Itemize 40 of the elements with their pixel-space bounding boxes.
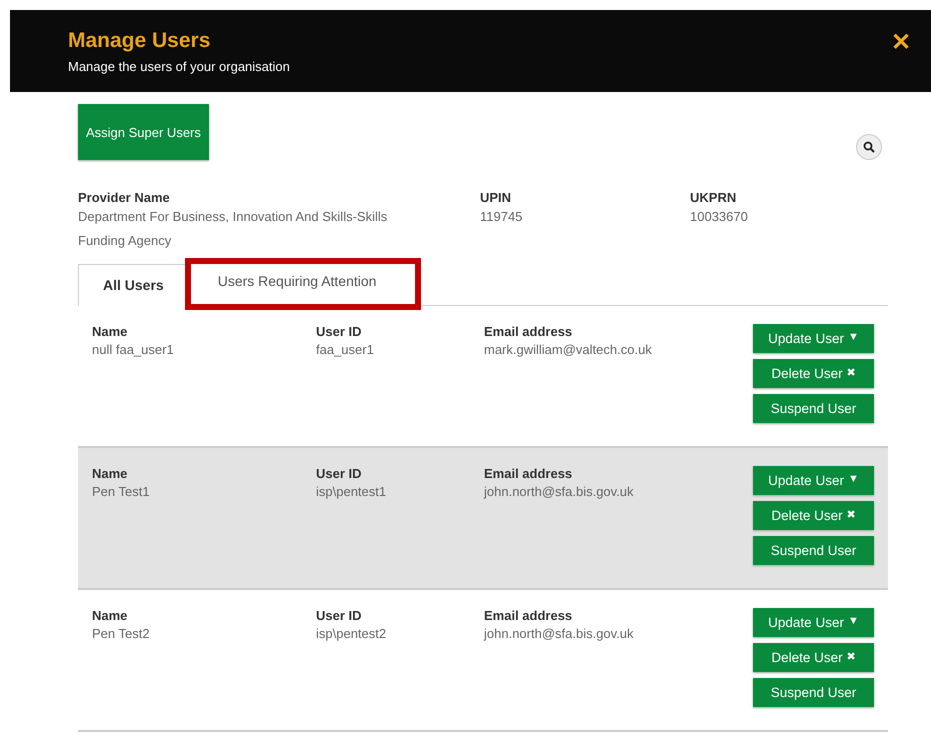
user-id: faa_user1 bbox=[316, 342, 375, 357]
action-button[interactable]: Update User ▼ bbox=[753, 324, 874, 353]
user-email: john.north@sfa.bis.gov.uk bbox=[484, 484, 635, 499]
field-value: 10033670 bbox=[690, 208, 748, 226]
action-button[interactable]: Update User ▼ bbox=[753, 466, 874, 495]
user-name: Pen Test2 bbox=[92, 626, 151, 641]
tab[interactable]: Users Requiring Attention bbox=[188, 262, 418, 306]
action-button[interactable]: Delete User ✖ bbox=[753, 501, 874, 530]
column-label: Email address bbox=[484, 324, 574, 339]
action-button[interactable]: Suspend User bbox=[753, 536, 874, 565]
user-name: null faa_user1 bbox=[92, 342, 175, 357]
action-button[interactable]: Delete User ✖ bbox=[753, 359, 874, 388]
column-label: User ID bbox=[316, 324, 363, 339]
close-button[interactable]: ✕ bbox=[891, 28, 911, 57]
column-label: User ID bbox=[316, 466, 363, 481]
field-label: UPIN bbox=[480, 190, 512, 205]
user-id: isp\pentest1 bbox=[316, 484, 388, 499]
user-id: isp\pentest2 bbox=[316, 626, 388, 641]
window-subtitle: Manage the users of your organisation bbox=[68, 58, 290, 74]
user-name: Pen Test1 bbox=[92, 484, 151, 499]
user-email: mark.gwilliam@valtech.co.uk bbox=[484, 342, 653, 357]
column-label: Email address bbox=[484, 466, 574, 481]
action-button[interactable]: Update User ▼ bbox=[753, 608, 874, 637]
action-button[interactable]: Delete User ✖ bbox=[753, 643, 874, 672]
user-email: john.north@sfa.bis.gov.uk bbox=[484, 626, 635, 641]
column-label: Name bbox=[92, 466, 128, 481]
column-label: User ID bbox=[316, 608, 363, 623]
action-button[interactable]: Suspend User bbox=[753, 678, 874, 707]
column-label: Name bbox=[92, 324, 128, 339]
search-icon bbox=[863, 141, 875, 153]
field-value: 119745 bbox=[480, 208, 522, 226]
column-label: Name bbox=[92, 608, 128, 623]
search-button[interactable] bbox=[856, 134, 882, 160]
field-value: Department For Business, Innovation And Skills-Skills Funding Agency bbox=[78, 208, 388, 250]
column-label: Email address bbox=[484, 608, 574, 623]
field-label: Provider Name bbox=[78, 190, 171, 205]
assign-super-users-button[interactable]: Assign Super Users bbox=[78, 104, 209, 160]
window-title: Manage Users bbox=[68, 28, 212, 52]
action-button[interactable]: Suspend User bbox=[753, 394, 874, 423]
field-label: UKPRN bbox=[690, 190, 738, 205]
